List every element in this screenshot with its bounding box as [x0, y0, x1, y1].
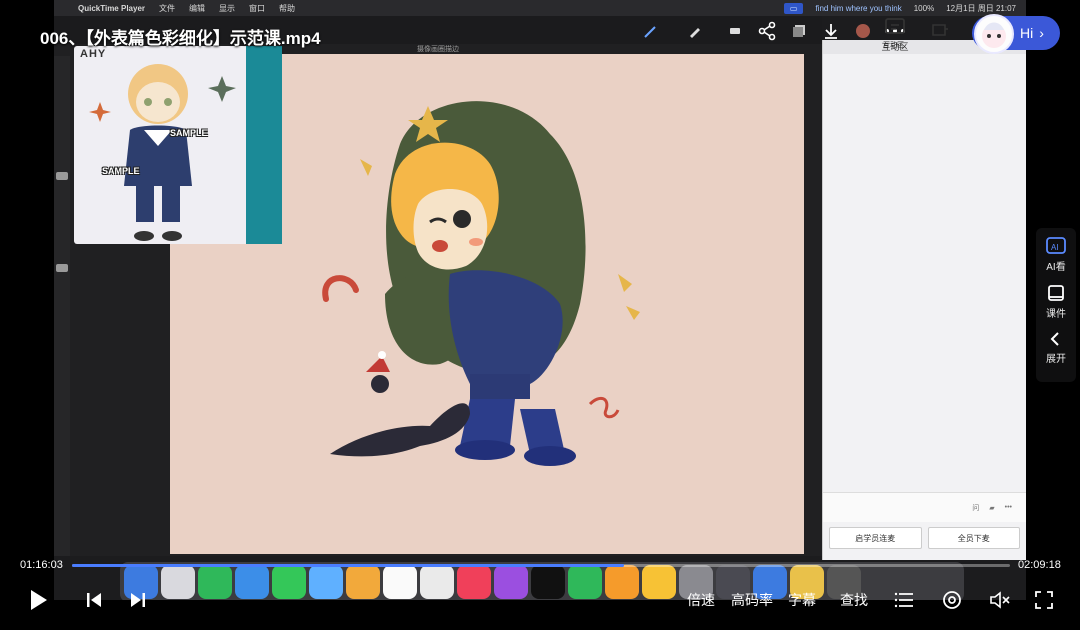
assistant-avatar — [974, 14, 1014, 54]
progress-bar-fill — [72, 564, 624, 567]
expand-label: 展开 — [1046, 354, 1066, 365]
search-button[interactable]: 查找 — [840, 590, 868, 610]
pages-icon — [605, 565, 639, 599]
play-icon — [31, 590, 47, 610]
facetime-icon — [198, 565, 232, 599]
interaction-icon — [884, 16, 906, 38]
ai-watch-button[interactable]: AI AI看 — [1045, 236, 1067, 273]
video-frame[interactable]: QuickTime Player 文件 编辑 显示 窗口 帮助 ▭ find h… — [54, 0, 1026, 600]
brush-side-rail — [54, 56, 70, 556]
sample-watermark: SAMPLE — [102, 166, 140, 176]
opacity-handle — [56, 264, 68, 272]
all-off-mic-button: 全员下麦 — [927, 527, 1020, 549]
playlist-icon — [894, 592, 913, 608]
menubar-datetime: 12月1日 周日 21:07 — [946, 3, 1016, 13]
menubar-app-name: QuickTime Player — [78, 3, 145, 13]
volume-muted-icon — [990, 591, 1010, 609]
total-time: 02:09:18 — [1018, 559, 1061, 571]
pip-button[interactable] — [928, 16, 950, 46]
skip-next-icon — [131, 593, 145, 607]
apple-tv-icon — [531, 565, 565, 599]
courseware-button[interactable]: 课件 — [1046, 283, 1066, 320]
fullscreen-button[interactable] — [1032, 588, 1056, 612]
menubar-menu: 文件 — [159, 3, 175, 13]
drawing-app-window: 摄像画圈描边 AHY SAMPLE SAMPLE — [54, 16, 822, 556]
menubar-menu: 帮助 — [279, 3, 295, 13]
chevron-right-icon: › — [1039, 25, 1044, 41]
calendar-icon — [383, 565, 417, 599]
chat-question-label: 问 — [972, 504, 980, 512]
chat-input-bar: 问 ▰ ••• — [823, 492, 1026, 522]
brush-icon — [684, 20, 706, 42]
menubar-status: ▭ find him where you think 100% 12月1日 周日… — [783, 0, 1016, 16]
live-chat-panel: 互动区 问 ▰ ••• 启学员连麦 全员下麦 — [822, 40, 1026, 560]
svg-text:AI: AI — [1051, 243, 1059, 252]
expand-button[interactable]: 展开 — [1046, 330, 1066, 365]
eraser-icon — [724, 20, 746, 42]
courseware-label: 课件 — [1046, 309, 1066, 320]
pen-icon — [640, 20, 662, 42]
menubar-menu: 编辑 — [189, 3, 205, 13]
player-side-tools: AI AI看 课件 展开 — [1036, 228, 1076, 382]
ai-assistant-hi-button[interactable]: Hi › — [972, 14, 1060, 54]
previous-button[interactable] — [82, 588, 106, 612]
next-button[interactable] — [126, 588, 150, 612]
start-mic-button: 启学员连麦 — [829, 527, 922, 549]
playlist-button[interactable] — [892, 588, 916, 612]
mute-button[interactable] — [988, 588, 1012, 612]
screen-share-icon: ▭ — [783, 2, 804, 14]
music-icon — [457, 565, 491, 599]
podcasts-icon — [494, 565, 528, 599]
hi-label: Hi — [1020, 25, 1034, 41]
launchpad-icon — [161, 565, 195, 599]
keynote-icon — [642, 565, 676, 599]
mail-icon — [235, 565, 269, 599]
chat-action-row: 启学员连麦 全员下麦 — [823, 527, 1026, 549]
interaction-area-button[interactable]: 互动区 — [870, 16, 920, 53]
menubar-menu: 窗口 — [249, 3, 265, 13]
interaction-area-label: 互动区 — [881, 42, 909, 52]
numbers-icon — [568, 565, 602, 599]
ai-watch-icon: AI — [1046, 237, 1066, 254]
download-icon[interactable] — [820, 20, 842, 42]
current-time: 01:16:03 — [20, 559, 63, 571]
ai-watch-label: AI看 — [1046, 262, 1066, 273]
focus-mode-button[interactable] — [940, 588, 964, 612]
target-icon — [943, 591, 961, 609]
folder-icon: ▰ — [989, 504, 995, 512]
fullscreen-icon — [1035, 591, 1053, 609]
brush-size-handle — [56, 172, 68, 180]
sample-watermark: SAMPLE — [170, 128, 208, 138]
speed-button[interactable]: 倍速 — [687, 590, 715, 610]
menubar-menu: 显示 — [219, 3, 235, 13]
courseware-icon — [1048, 285, 1064, 301]
mac-dock — [120, 562, 964, 600]
battery-level: 100% — [913, 3, 935, 13]
messages-icon — [272, 565, 306, 599]
more-icon: ••• — [1004, 504, 1012, 511]
play-button[interactable] — [26, 588, 50, 612]
reference-strip — [246, 46, 282, 244]
chevron-left-icon — [1050, 332, 1059, 346]
maps-icon — [309, 565, 343, 599]
skip-previous-icon — [87, 593, 101, 607]
video-title: 006、【外表篇色彩细化】示范课.mp4 — [40, 29, 321, 48]
picture-in-picture-icon — [928, 20, 950, 42]
share-icon[interactable] — [756, 20, 778, 42]
progress-bar[interactable] — [72, 564, 1010, 567]
photos-icon — [346, 565, 380, 599]
reminders-icon — [420, 565, 454, 599]
subtitle-button[interactable]: 字幕 — [788, 590, 816, 610]
video-top-toolbar — [640, 16, 706, 46]
share-tooltip-text: find him where you think — [815, 3, 902, 13]
quality-button[interactable]: 高码率 — [731, 590, 773, 610]
layers-icon — [788, 20, 810, 42]
